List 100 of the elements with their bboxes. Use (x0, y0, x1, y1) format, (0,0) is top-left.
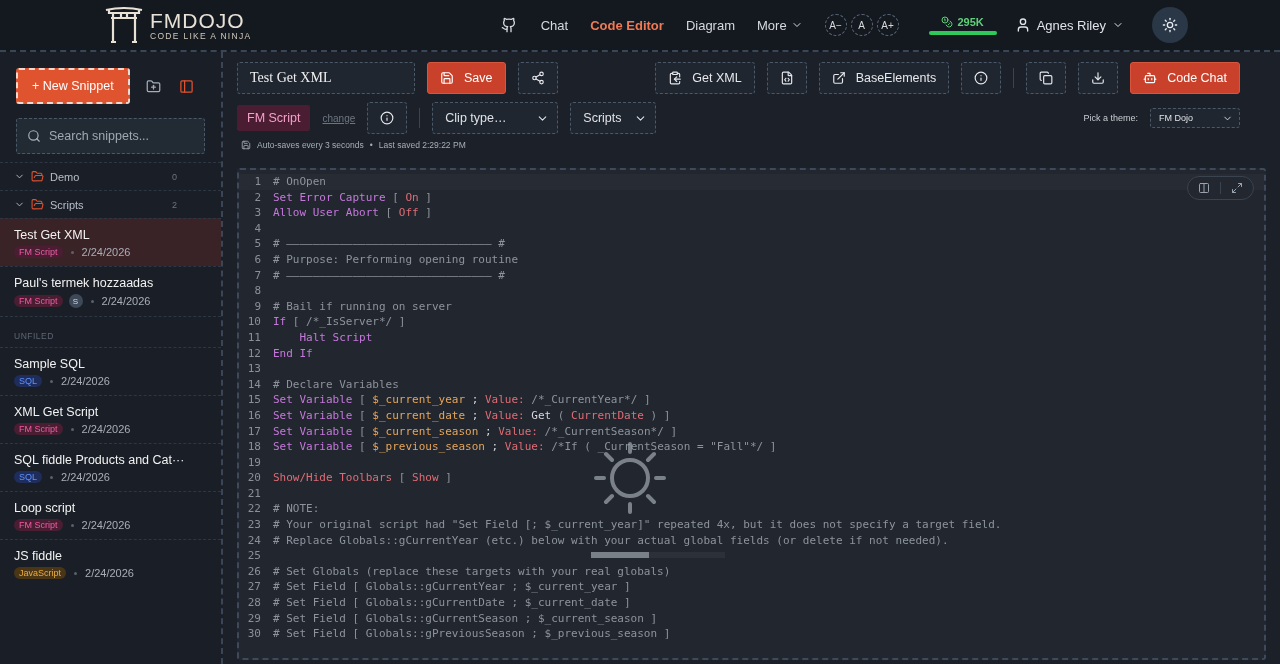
copy-button[interactable] (1026, 62, 1067, 94)
github-icon (500, 17, 517, 33)
separator-dot (70, 250, 74, 254)
snippet-item[interactable]: JS fiddle JavaScript 2/24/2026 (0, 539, 221, 587)
line-number: 22 (246, 501, 262, 518)
line-number: 7 (253, 267, 262, 284)
code-line: # Replace Globals::gCurrentYear (etc.) below with your actual global fields (or delete if not needed). (273, 532, 949, 549)
change-link[interactable]: change (322, 112, 356, 124)
get-xml-button[interactable]: Get XML (655, 62, 755, 94)
separator-dot (50, 379, 53, 383)
expand-icon[interactable] (1231, 182, 1243, 194)
code-line: # NOTE: (273, 501, 320, 518)
line-number: 15 (246, 392, 262, 408)
code-line: # Set Field [ Globals::gPreviousSeason ; $_previous_season ] (273, 626, 671, 642)
robot-icon (1143, 71, 1158, 85)
folder-icon (31, 198, 44, 211)
line-number: 28 (246, 595, 262, 611)
credits-count: 295K (941, 15, 984, 28)
more-menu[interactable]: More (757, 17, 803, 33)
folder-count: 0 (172, 171, 177, 182)
autosave-text: Auto-saves every 3 seconds (257, 140, 364, 150)
code-chat-button[interactable]: Code Chat (1130, 62, 1240, 94)
line-number: 1 (253, 174, 262, 190)
snippet-title: Sample SQL (14, 357, 86, 371)
line-number: 14 (246, 376, 262, 393)
snippet-item[interactable]: Paul's termek hozzaadas FM Script S 2/24/2026 (0, 266, 221, 316)
theme-select[interactable]: FM Dojo (1150, 108, 1240, 128)
category-select[interactable]: Scripts (570, 102, 657, 134)
line-number: 17 (246, 423, 262, 440)
separator-dot (90, 299, 94, 303)
info-button[interactable] (367, 102, 408, 134)
nav-link[interactable]: Code Editor (590, 17, 664, 33)
coins-icon (941, 15, 954, 28)
logo[interactable]: FMDOJO CODE LIKE A NINJA (104, 6, 252, 44)
nav-link[interactable]: Diagram (685, 17, 735, 33)
copy-icon (1039, 71, 1054, 85)
language-tag: FM Script (14, 423, 63, 435)
separator-dot: • (369, 140, 373, 150)
line-number: 3 (253, 205, 262, 221)
separator-dot (74, 571, 78, 575)
file-code-button[interactable] (766, 62, 807, 94)
title-field[interactable]: Test Get XML (237, 62, 415, 94)
line-number: 8 (253, 283, 262, 299)
snippet-item[interactable]: Loop script FM Script 2/24/2026 (0, 491, 221, 539)
code-line: # OnOpen (273, 174, 326, 190)
code-line: # Declare Variables (273, 376, 399, 393)
language-tag: JavaScript (14, 567, 67, 579)
line-number: 27 (246, 579, 262, 596)
snippet-date: 2/24/2026 (61, 375, 110, 387)
share-icon (530, 71, 545, 85)
section-label: UNFILED (0, 316, 221, 347)
share-button[interactable] (517, 62, 558, 94)
code-editor[interactable] (237, 168, 1266, 660)
snippet-date: 2/24/2026 (101, 295, 151, 307)
line-number: 29 (246, 610, 262, 627)
snippet-date: 2/24/2026 (61, 471, 110, 483)
snippet-title: SQL fiddle Products and Cat··· (14, 453, 186, 467)
search-field[interactable]: Search snippets... (16, 118, 205, 154)
info-icon (380, 111, 395, 125)
folder-row[interactable]: Demo 0 (0, 162, 221, 190)
line-number: 18 (246, 439, 262, 455)
save-button[interactable]: Save (427, 62, 506, 94)
line-number: 11 (246, 329, 262, 346)
download-button[interactable] (1078, 62, 1119, 94)
snippet-date: 2/24/2026 (85, 567, 134, 579)
external-link-icon (831, 71, 846, 85)
clip-type-select[interactable]: Clip type… (432, 102, 559, 134)
line-number: 21 (246, 485, 262, 502)
language-tag: FM Script (14, 246, 63, 258)
code-line: # Set Globals (replace these targets with your real globals) (273, 563, 671, 580)
code-line: # ——————————————————————————————— # (273, 267, 505, 284)
separator-dot (70, 427, 74, 431)
snippet-item[interactable]: Sample SQL SQL 2/24/2026 (0, 347, 221, 395)
new-snippet-button[interactable]: + New Snippet (16, 68, 130, 104)
code-line: # Set Field [ Globals::gCurrentYear ; $_current_year ] (273, 579, 631, 596)
line-number: 23 (246, 517, 262, 533)
sun-icon (1162, 17, 1178, 33)
split-view-icon[interactable] (1198, 182, 1210, 194)
torii-gate-icon (104, 6, 144, 44)
snippet-item[interactable]: XML Get Script FM Script 2/24/2026 (0, 395, 221, 443)
theme-label: Pick a theme: (1083, 113, 1138, 123)
file-code-icon (779, 71, 794, 85)
line-number: 20 (246, 470, 262, 486)
code-line: Halt Script (298, 329, 373, 346)
user-menu[interactable]: Agnes Riley (1008, 16, 1130, 34)
separator-dot (70, 523, 74, 527)
separator-dot (50, 475, 53, 479)
folder-name: Scripts (50, 198, 85, 211)
code-line: If [ /*_IsServer*/ ] (273, 314, 406, 330)
theme-toggle-button[interactable] (1152, 7, 1188, 43)
snippet-title: Test Get XML (14, 228, 91, 242)
code-line: End If (273, 345, 313, 362)
code-line: Set Variable [ $_current_date ; Value: Get ( CurrentDate ) ] (273, 407, 671, 424)
snippet-item[interactable]: Test Get XML FM Script 2/24/2026 (0, 218, 221, 266)
snippet-item[interactable]: SQL fiddle Products and Cat··· SQL 2/24/2026 (0, 443, 221, 491)
info-button[interactable] (961, 62, 1002, 94)
nav-link[interactable]: Chat (540, 17, 569, 33)
code-line: # Purpose: Performing opening routine (273, 251, 519, 268)
base-elements-button[interactable]: BaseElements (818, 62, 950, 94)
snippet-date: 2/24/2026 (81, 519, 131, 531)
